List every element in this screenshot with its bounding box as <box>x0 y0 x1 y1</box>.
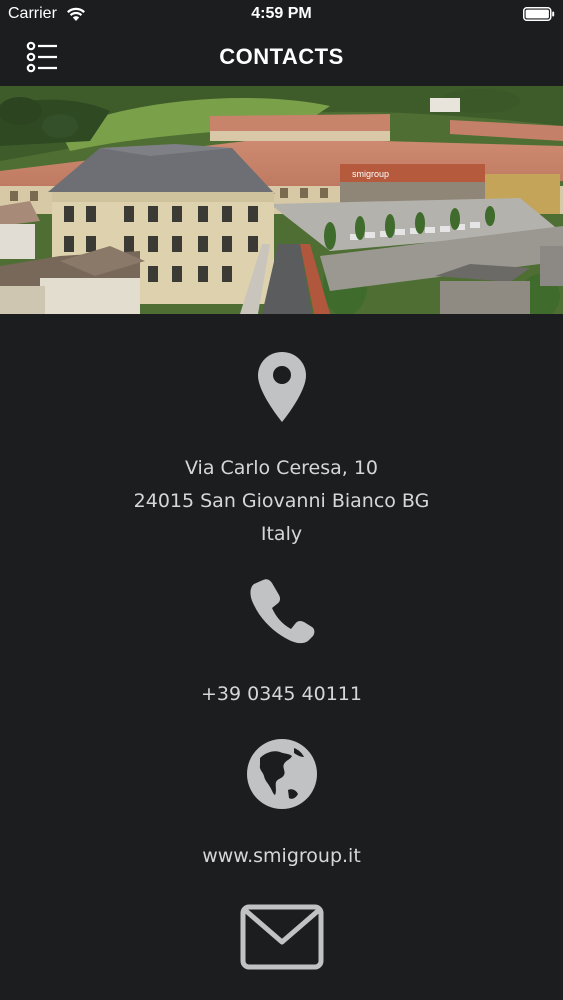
page-title: CONTACTS <box>219 44 344 69</box>
hero-photo: smigroup <box>0 86 563 314</box>
status-time: 4:59 PM <box>251 5 312 22</box>
envelope-icon[interactable] <box>240 904 324 970</box>
status-bar: Carrier 4:59 PM <box>0 0 563 30</box>
address-line-1: Via Carlo Ceresa, 10 <box>184 457 379 479</box>
battery-icon <box>523 7 555 21</box>
contact-panel: Via Carlo Ceresa, 10 24015 San Giovanni … <box>0 314 563 1000</box>
website-link[interactable]: www.smigroup.it <box>0 845 563 867</box>
address-line-2: 24015 San Giovanni Bianco BG <box>133 490 430 512</box>
phone-number-link[interactable]: +39 0345 40111 <box>0 683 563 705</box>
globe-icon[interactable] <box>246 738 318 810</box>
map-pin-icon <box>257 352 306 422</box>
navigation-bar: CONTACTS <box>0 30 563 86</box>
smigroup-sign: smigroup <box>352 169 389 179</box>
phone-icon[interactable] <box>249 578 315 644</box>
address-line-3: Italy <box>260 523 303 545</box>
